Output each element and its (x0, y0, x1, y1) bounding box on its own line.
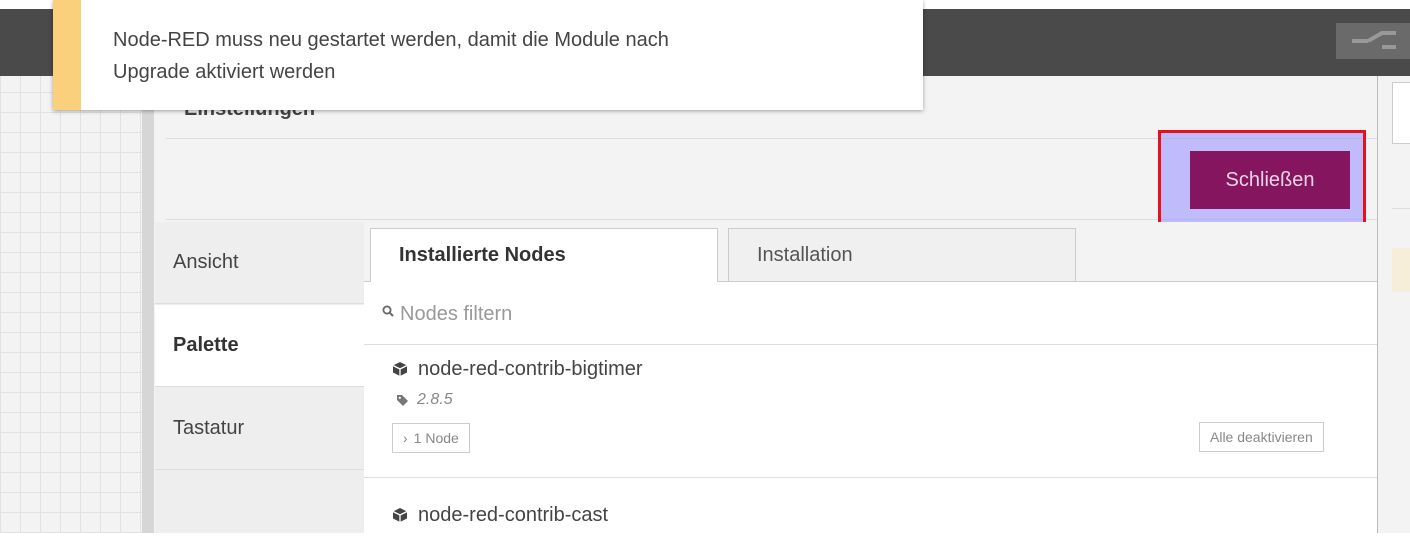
node-count-label: 1 Node (413, 430, 459, 446)
filter-input[interactable] (398, 295, 1302, 333)
expand-nodes-button[interactable]: › 1 Node (392, 423, 470, 453)
notification-line-2: Upgrade aktiviert werden (113, 61, 336, 83)
cube-icon (392, 508, 408, 522)
chevron-right-icon: › (403, 430, 408, 446)
deploy-icon (1352, 31, 1396, 49)
list-item: node-red-contrib-bigtimer 2.8.5 › 1 Node… (364, 346, 1377, 478)
notification-line-1: Node-RED muss neu gestartet werden, dami… (113, 29, 669, 51)
tag-icon (397, 394, 408, 406)
filter-bar (364, 281, 1377, 345)
sidebar-selected-row[interactable] (1392, 248, 1410, 292)
version-row: 2.8.5 (396, 391, 453, 409)
cube-icon (392, 362, 408, 376)
deploy-button[interactable] (1336, 23, 1410, 59)
restart-notification: Node-RED muss neu gestartet werden, dami… (53, 0, 923, 110)
node-module-name: node-red-contrib-bigtimer (418, 358, 643, 380)
sidebar-tab[interactable] (1392, 82, 1410, 144)
workspace-grid (0, 76, 142, 533)
palette-panel: Installierte Nodes Installation node-red… (364, 222, 1377, 533)
settings-nav: Ansicht Palette Tastatur (155, 222, 365, 533)
right-sidebar (1377, 76, 1410, 533)
nav-item-ansicht[interactable]: Ansicht (155, 222, 364, 304)
close-button[interactable]: Schließen (1190, 151, 1350, 209)
node-version: 2.8.5 (417, 391, 453, 408)
nav-item-tastatur[interactable]: Tastatur (155, 388, 364, 470)
tab-bar: Installierte Nodes Installation (364, 222, 1377, 282)
notification-text: Node-RED muss neu gestartet werden, dami… (113, 24, 903, 88)
list-item: node-red-contrib-cast (364, 478, 1377, 538)
disable-all-button[interactable]: Alle deaktivieren (1199, 422, 1324, 452)
search-icon (382, 305, 394, 317)
node-module-name: node-red-contrib-cast (418, 504, 609, 526)
nav-item-palette[interactable]: Palette (155, 305, 364, 387)
tab-install[interactable]: Installation (728, 228, 1076, 281)
tab-installed-nodes[interactable]: Installierte Nodes (370, 228, 718, 282)
